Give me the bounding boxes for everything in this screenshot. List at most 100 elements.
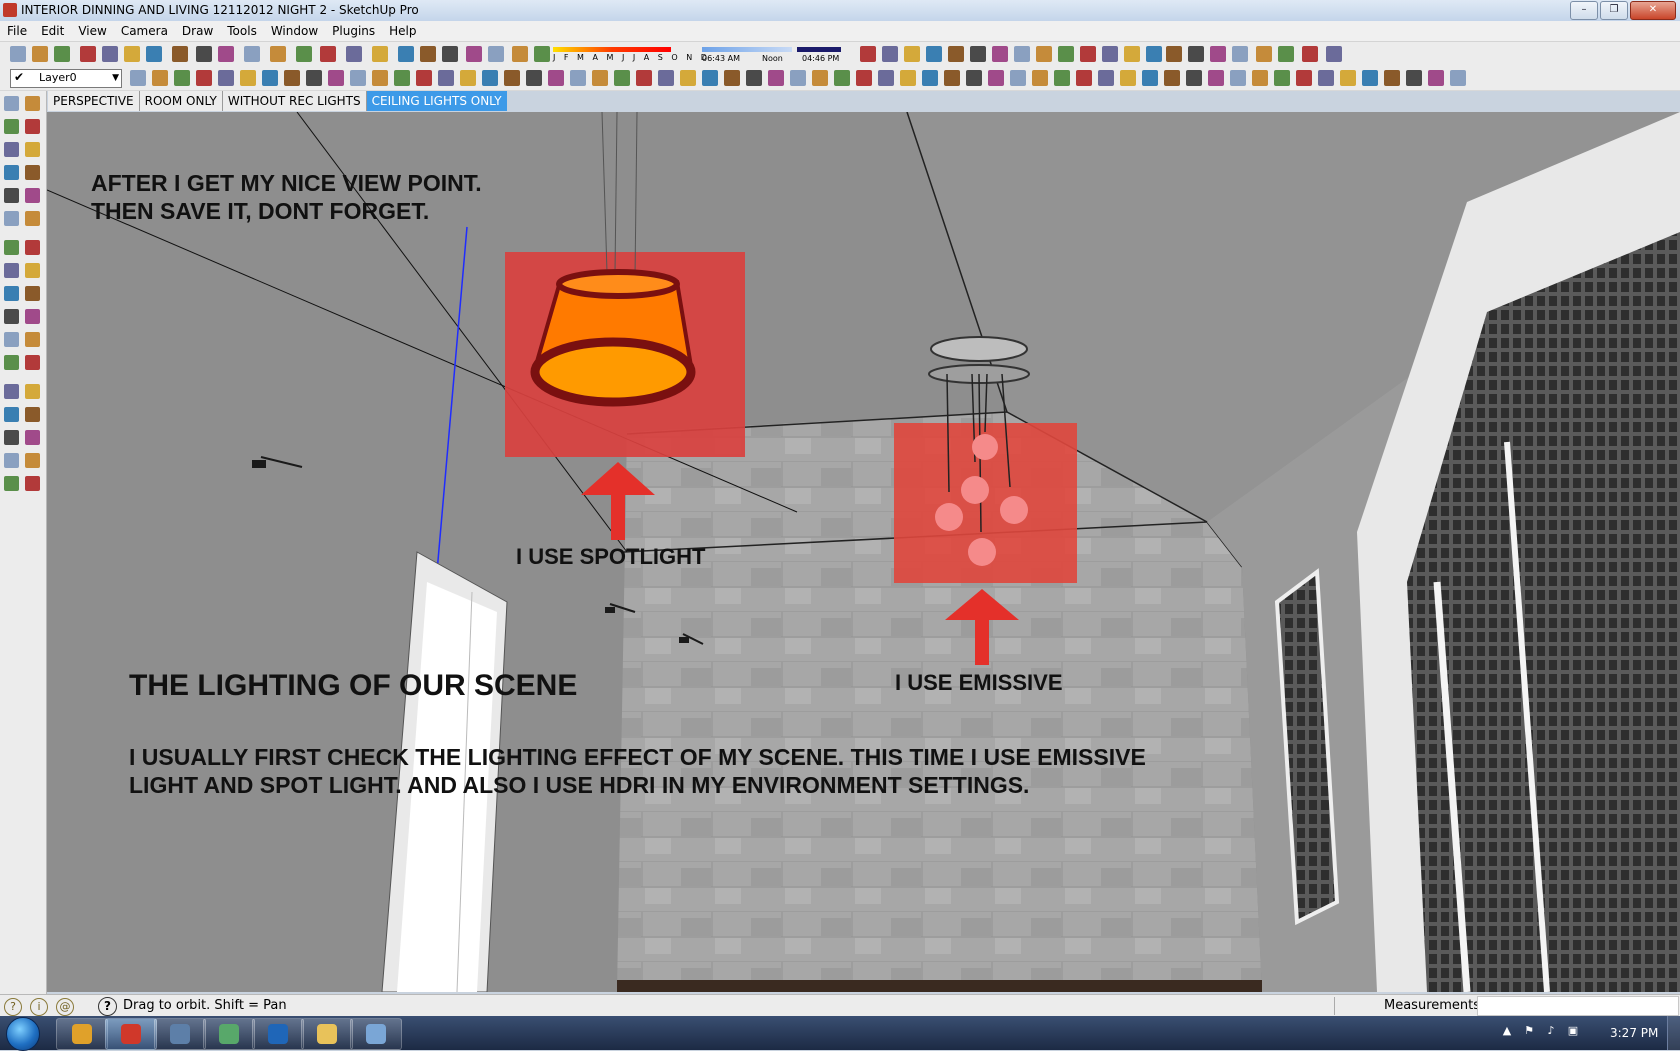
toolbar-tool-icon[interactable] [102,46,118,62]
toolbar-tool-icon[interactable] [460,70,476,86]
taskbar-app-button[interactable] [105,1018,157,1050]
toolbar-tool-icon[interactable] [438,70,454,86]
toolbar-tool-icon[interactable] [10,46,26,62]
model-viewport[interactable]: AFTER I GET MY NICE VIEW POINT. THEN SAV… [47,112,1680,992]
tray-up-icon[interactable]: ▲ [1500,1024,1514,1038]
palette-tool-icon[interactable] [25,453,40,468]
toolbar-tool-icon[interactable] [1076,70,1092,86]
toolbar-tool-icon[interactable] [442,46,458,62]
toolbar-tool-icon[interactable] [1362,70,1378,86]
toolbar-tool-icon[interactable] [1080,46,1096,62]
palette-tool-icon[interactable] [4,211,19,226]
taskbar-app-button[interactable] [252,1018,304,1050]
toolbar-tool-icon[interactable] [1188,46,1204,62]
menu-file[interactable]: File [0,21,34,41]
toolbar-tool-icon[interactable] [658,70,674,86]
toolbar-tool-icon[interactable] [768,70,784,86]
palette-tool-icon[interactable] [4,355,19,370]
palette-tool-icon[interactable] [4,96,19,111]
toolbar-tool-icon[interactable] [306,70,322,86]
menu-plugins[interactable]: Plugins [325,21,382,41]
toolbar-tool-icon[interactable] [878,70,894,86]
show-desktop-button[interactable] [1667,1016,1680,1050]
toolbar-tool-icon[interactable] [592,70,608,86]
toolbar-tool-icon[interactable] [1450,70,1466,86]
palette-tool-icon[interactable] [4,119,19,134]
toolbar-tool-icon[interactable] [196,46,212,62]
menu-tools[interactable]: Tools [220,21,264,41]
toolbar-tool-icon[interactable] [1428,70,1444,86]
toolbar-tool-icon[interactable] [1274,70,1290,86]
tab-perspective[interactable]: PERSPECTIVE [48,91,140,111]
toolbar-tool-icon[interactable] [1010,70,1026,86]
toolbar-tool-icon[interactable] [146,46,162,62]
toolbar-tool-icon[interactable] [988,70,1004,86]
toolbar-tool-icon[interactable] [1384,70,1400,86]
help-icon[interactable]: ? [98,997,117,1016]
network-tray-icon[interactable]: ▣ [1566,1024,1580,1038]
tab-without-rec-lights[interactable]: WITHOUT REC LIGHTS [223,91,367,111]
toolbar-tool-icon[interactable] [702,70,718,86]
toolbar-tool-icon[interactable] [1036,46,1052,62]
layer-select[interactable]: ✔ Layer0 ▼ [10,69,122,88]
toolbar-tool-icon[interactable] [270,46,286,62]
menu-help[interactable]: Help [382,21,423,41]
palette-tool-icon[interactable] [4,453,19,468]
palette-tool-icon[interactable] [25,211,40,226]
shadow-time-slider[interactable] [702,47,792,52]
toolbar-tool-icon[interactable] [904,46,920,62]
palette-tool-icon[interactable] [4,286,19,301]
toolbar-tool-icon[interactable] [296,46,312,62]
tab-ceiling-lights-only[interactable]: CEILING LIGHTS ONLY [366,91,507,111]
toolbar-tool-icon[interactable] [882,46,898,62]
menu-camera[interactable]: Camera [114,21,175,41]
palette-tool-icon[interactable] [25,430,40,445]
toolbar-tool-icon[interactable] [262,70,278,86]
toolbar-tool-icon[interactable] [790,70,806,86]
palette-tool-icon[interactable] [25,165,40,180]
palette-tool-icon[interactable] [4,240,19,255]
toolbar-tool-icon[interactable] [1032,70,1048,86]
toolbar-tool-icon[interactable] [1326,46,1342,62]
toolbar-tool-icon[interactable] [196,70,212,86]
toolbar-tool-icon[interactable] [218,46,234,62]
menu-view[interactable]: View [71,21,113,41]
taskbar-app-button[interactable] [301,1018,353,1050]
palette-tool-icon[interactable] [25,407,40,422]
toolbar-tool-icon[interactable] [218,70,234,86]
palette-tool-icon[interactable] [4,384,19,399]
toolbar-tool-icon[interactable] [174,70,190,86]
toolbar-tool-icon[interactable] [1256,46,1272,62]
toolbar-tool-icon[interactable] [372,70,388,86]
menu-window[interactable]: Window [264,21,325,41]
taskbar-app-button[interactable] [203,1018,255,1050]
toolbar-tool-icon[interactable] [372,46,388,62]
start-button[interactable] [6,1017,40,1051]
toolbar-tool-icon[interactable] [1120,70,1136,86]
toolbar-tool-icon[interactable] [966,70,982,86]
palette-tool-icon[interactable] [4,332,19,347]
palette-tool-icon[interactable] [4,263,19,278]
toolbar-tool-icon[interactable] [328,70,344,86]
palette-tool-icon[interactable] [4,309,19,324]
tab-room-only[interactable]: ROOM ONLY [140,91,223,111]
volume-icon[interactable]: ♪ [1544,1024,1558,1038]
toolbar-tool-icon[interactable] [240,70,256,86]
palette-tool-icon[interactable] [25,309,40,324]
palette-tool-icon[interactable] [25,188,40,203]
palette-tool-icon[interactable] [25,96,40,111]
toolbar-tool-icon[interactable] [746,70,762,86]
flag-icon[interactable]: ⚑ [1522,1024,1536,1038]
toolbar-tool-icon[interactable] [1164,70,1180,86]
toolbar-tool-icon[interactable] [926,46,942,62]
toolbar-tool-icon[interactable] [812,70,828,86]
toolbar-tool-icon[interactable] [922,70,938,86]
toolbar-tool-icon[interactable] [1142,70,1158,86]
shadow-month-slider[interactable]: J F M A M J J A S O N D [553,45,707,63]
toolbar-tool-icon[interactable] [420,46,436,62]
toolbar-tool-icon[interactable] [948,46,964,62]
toolbar-tool-icon[interactable] [244,46,260,62]
palette-tool-icon[interactable] [25,384,40,399]
toolbar-tool-icon[interactable] [350,70,366,86]
restore-icon[interactable]: ❐ [1600,1,1628,20]
